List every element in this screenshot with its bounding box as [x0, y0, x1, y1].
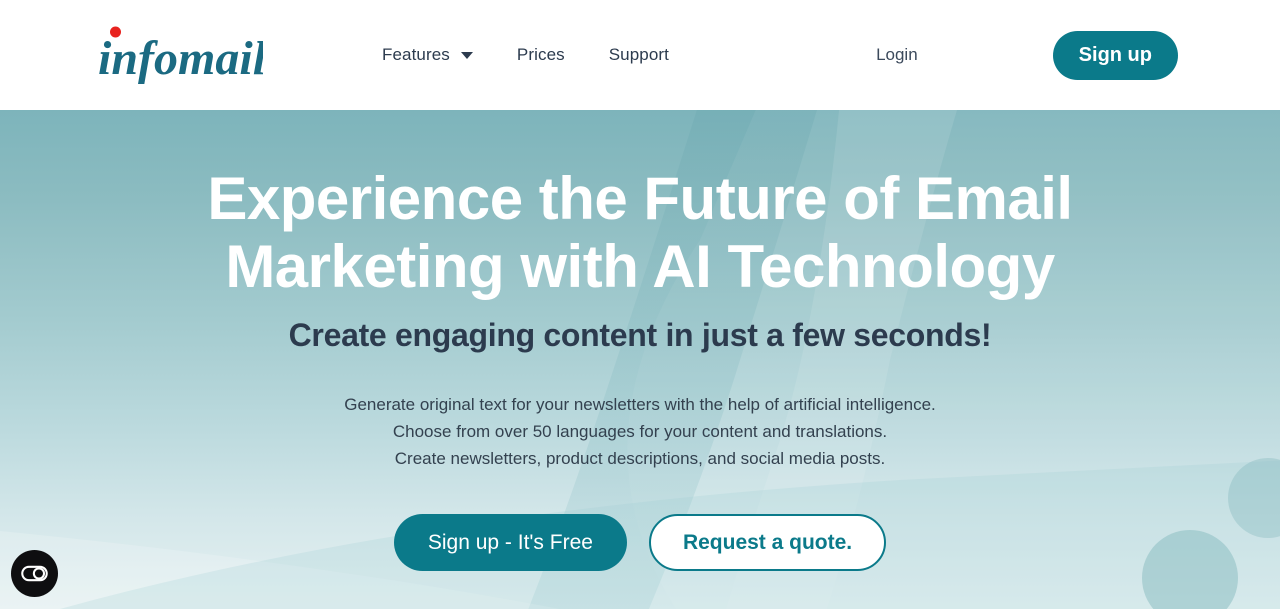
infomail-logo-icon: infomail — [98, 26, 267, 85]
nav-item-prices[interactable]: Prices — [495, 39, 587, 71]
site-header: infomail Features Prices Support Login S… — [0, 0, 1280, 110]
landing-page: infomail Features Prices Support Login S… — [0, 0, 1280, 609]
hero-title-line-2: Marketing with AI Technology — [225, 233, 1055, 300]
chevron-down-icon — [460, 51, 473, 59]
hero-desc-line-1: Generate original text for your newslett… — [344, 395, 936, 414]
header-actions: Login Sign up — [876, 0, 1280, 110]
cookie-consent-button[interactable] — [11, 550, 58, 597]
hero-subtitle: Create engaging content in just a few se… — [288, 317, 992, 353]
hero-desc-line-2: Choose from over 50 languages for your c… — [392, 422, 888, 441]
hero-description: Generate original text for your newslett… — [0, 391, 1280, 472]
brand-logo[interactable]: infomail — [98, 24, 267, 86]
nav-item-support[interactable]: Support — [587, 39, 691, 71]
signup-button-header[interactable]: Sign up — [1052, 30, 1178, 80]
hero-cta-group: Sign up - It's Free Request a quote. — [0, 514, 1280, 571]
cookie-consent-toggle-icon — [21, 565, 48, 582]
hero-title-line-1: Experience the Future of Email — [207, 165, 1073, 232]
hero-section: Experience the Future of Email Marketing… — [0, 110, 1280, 609]
login-link[interactable]: Login — [876, 45, 918, 65]
request-quote-button[interactable]: Request a quote. — [648, 514, 887, 571]
signup-free-button[interactable]: Sign up - It's Free — [393, 514, 627, 571]
nav-link-support[interactable]: Support — [609, 39, 669, 71]
hero-title: Experience the Future of Email Marketing… — [0, 165, 1280, 301]
nav-link-prices[interactable]: Prices — [517, 39, 565, 71]
nav-link-features[interactable]: Features — [382, 39, 450, 71]
logo-wordmark: infomail — [98, 32, 263, 85]
nav-item-features[interactable]: Features — [360, 39, 495, 71]
hero-content: Experience the Future of Email Marketing… — [0, 110, 1280, 571]
main-navigation: Features Prices Support — [360, 0, 691, 110]
hero-desc-line-3: Create newsletters, product descriptions… — [394, 449, 886, 468]
